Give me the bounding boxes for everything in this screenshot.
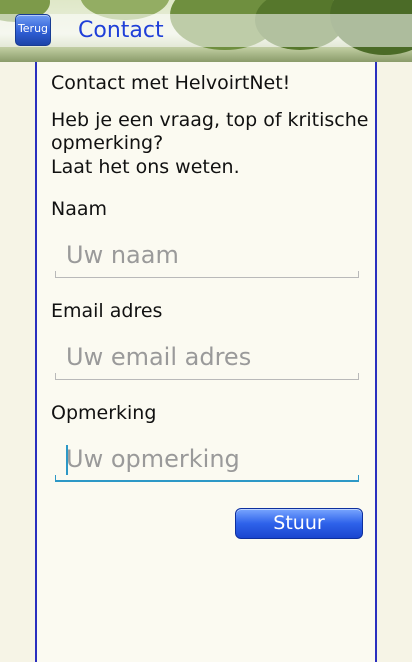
submit-button[interactable]: Stuur (235, 508, 363, 539)
intro-line: Heb je een vraag, top of kritische (51, 109, 369, 131)
header-bar (0, 14, 412, 47)
name-label: Naam (51, 198, 108, 220)
remark-label: Opmerking (51, 402, 157, 424)
field-underline (55, 475, 359, 482)
email-field[interactable]: Uw email adres (55, 336, 359, 380)
field-underline (55, 271, 359, 278)
name-placeholder: Uw naam (66, 241, 179, 269)
remark-field[interactable]: Uw opmerking (55, 438, 359, 482)
intro-line: Laat het ons weten. (51, 156, 240, 178)
page-title: Contact (78, 18, 164, 43)
name-field[interactable]: Uw naam (55, 234, 359, 278)
intro-line: opmerking? (51, 132, 164, 154)
header: Terug Contact (0, 0, 412, 62)
email-label: Email adres (51, 300, 163, 322)
intro-heading: Contact met HelvoirtNet! (51, 72, 291, 94)
back-button[interactable]: Terug (15, 14, 51, 46)
contact-panel: Contact met HelvoirtNet! Heb je een vraa… (35, 62, 377, 662)
remark-placeholder: Uw opmerking (66, 445, 240, 473)
field-underline (55, 373, 359, 380)
email-placeholder: Uw email adres (66, 343, 252, 371)
